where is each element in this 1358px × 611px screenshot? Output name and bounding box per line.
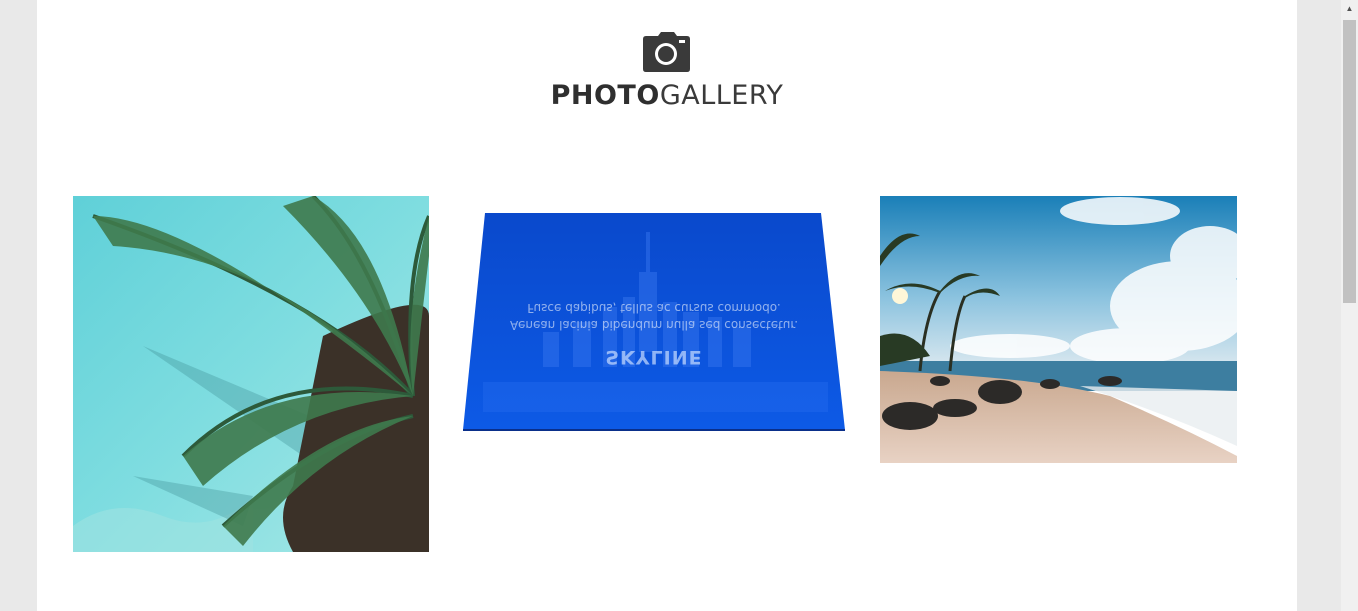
skyline-card-title: SKYLINE	[605, 346, 703, 368]
logo-title-light: GALLERY	[659, 80, 784, 111]
skyline-card-description-line1: Aenean lacinia bibendum nulla sed consec…	[509, 318, 799, 332]
vertical-scrollbar[interactable]: ▲	[1341, 0, 1358, 611]
site-logo-title[interactable]: PHOTOGALLERY	[37, 80, 1297, 111]
skyline-card-description-line2: Fusce dapibus, tellus ac cursus commodo.	[527, 301, 781, 315]
logo-title-bold: PHOTO	[550, 80, 660, 111]
page-content: PHOTOGALLERY SKYLINE Aenean lacinia bibe…	[37, 0, 1297, 611]
scroll-up-arrow-icon[interactable]: ▲	[1341, 0, 1358, 17]
gallery-item-palm-tree-pool[interactable]	[73, 196, 429, 552]
gallery-item-skyline[interactable]: SKYLINE Aenean lacinia bibendum nulla se…	[463, 212, 845, 432]
scrollbar-thumb[interactable]	[1343, 20, 1356, 303]
palm-tree-pool-photo	[73, 196, 429, 552]
tropical-beach-photo	[880, 196, 1237, 463]
gallery-item-tropical-beach[interactable]	[880, 196, 1237, 463]
camera-icon	[643, 32, 690, 72]
